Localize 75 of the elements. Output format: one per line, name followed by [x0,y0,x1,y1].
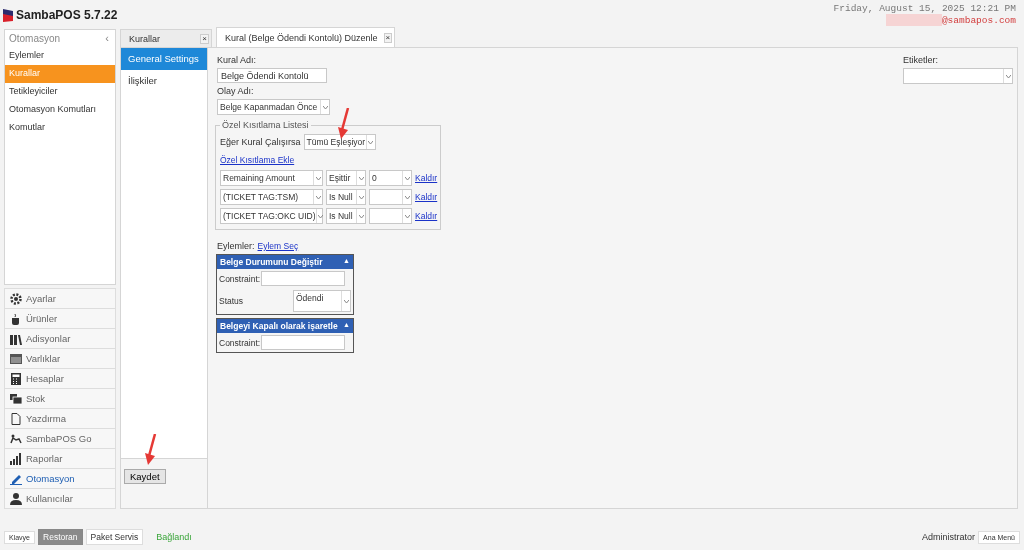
field-label: Constraint: [219,337,261,348]
cup-icon [10,312,22,325]
sidebar-header: Otomasyon [9,33,61,44]
constraint-name-dropdown[interactable]: (TICKET TAG:OKC UID) [220,208,323,224]
close-button[interactable]: × [383,32,393,43]
bars-icon [10,452,22,465]
close-button[interactable]: × [200,33,209,44]
user-name: Administrator [922,532,976,542]
tab-label[interactable]: Kural (Belge Ödendi Kontolü) Düzenle [225,32,378,43]
field-label: Kural Adı: [217,55,257,65]
nav-item[interactable]: Adisyonlar [4,329,116,349]
field-label: Olay Adı: [217,86,254,96]
sidebar-item[interactable]: Tetikleyiciler [5,83,115,101]
field-label: Status [219,296,244,306]
section-tab[interactable]: İlişkiler [121,70,207,92]
operator-dropdown[interactable]: Eşittir [326,170,366,186]
nav-item[interactable]: Ayarlar [4,288,116,309]
save-button[interactable]: Kaydet [124,469,166,484]
add-constraint-link[interactable]: Özel Kısıtlama Ekle [220,155,438,165]
nav-item[interactable]: Raporlar [4,449,116,469]
grid-icon [10,352,22,365]
remove-link[interactable]: Kaldır [415,211,438,221]
logo-icon [3,7,13,22]
sidebar-item[interactable]: Otomasyon Komutları [5,101,115,119]
app-title: SambaPOS 5.7.22 [16,7,118,22]
calc-icon [10,372,22,385]
group-title: Özel Kısıtlama Listesi [221,120,310,130]
constraint-field[interactable] [261,335,346,350]
status-dropdown[interactable]: Ödendi [293,290,351,312]
field-label: Eğer Kural Çalışırsa [220,137,301,147]
document-tab[interactable]: Kurallar × [120,29,212,47]
remove-link[interactable]: Kaldır [415,192,438,202]
page-icon [10,412,22,425]
field-label: Etiketler: [903,55,938,65]
user-email: @sambapos.com [941,14,1016,26]
value-dropdown[interactable] [369,189,412,205]
select-action-link[interactable]: Eylem Seç [257,241,299,251]
date-time: Friday, August 15, 2025 12:21 PM [833,3,1016,14]
field-label: Eylemler: [217,241,255,251]
nav-item[interactable]: SambaPOS Go [4,429,116,449]
operator-dropdown[interactable]: Is Null [326,208,366,224]
collapse-button[interactable]: ‹ [105,33,109,44]
stack-icon [10,392,22,405]
nav-item[interactable]: Kullanıcılar [4,489,116,509]
remove-link[interactable]: Kaldır [415,173,438,183]
tab-label[interactable]: Kurallar [129,33,160,44]
gear-icon [10,292,22,305]
annotation-arrow [336,108,350,140]
sidebar-item[interactable]: Eylemler [5,47,115,65]
event-dropdown[interactable]: Belge Kapanmadan Önce [217,99,330,115]
nav-item[interactable]: Ürünler [4,309,116,329]
constraint-name-dropdown[interactable]: (TICKET TAG:TSM) [220,189,323,205]
section-tab[interactable]: General Settings [121,48,207,70]
books-icon [10,332,22,345]
value-dropdown[interactable]: 0 [369,170,412,186]
nav-item[interactable]: Hesaplar [4,369,116,389]
connection-status: Bağlandı [156,532,192,542]
nav-item[interactable]: Yazdırma [4,409,116,429]
nav-item[interactable]: Otomasyon [4,469,116,489]
sidebar-item[interactable]: Komutlar [5,119,115,137]
pen-icon [10,472,22,485]
annotation-arrow [143,434,157,466]
nav-item[interactable]: Varlıklar [4,349,116,369]
match-dropdown[interactable]: Tümü Eşleşiyor [303,134,376,150]
rule-name-field[interactable]: Belge Ödendi Kontolü [217,68,327,83]
nav-item[interactable]: Stok [4,389,116,409]
constraint-field[interactable] [261,271,346,286]
mode-button[interactable]: Paket Servis [85,529,144,545]
person-icon [10,492,22,505]
constraint-name-dropdown[interactable]: Remaining Amount [220,170,323,186]
operator-dropdown[interactable]: Is Null [326,189,366,205]
tags-dropdown[interactable] [903,68,1013,84]
field-label: Constraint: [219,273,261,284]
document-tab[interactable]: Kural (Belge Ödendi Kontolü) Düzenle × [216,27,396,47]
value-dropdown[interactable] [369,208,412,224]
